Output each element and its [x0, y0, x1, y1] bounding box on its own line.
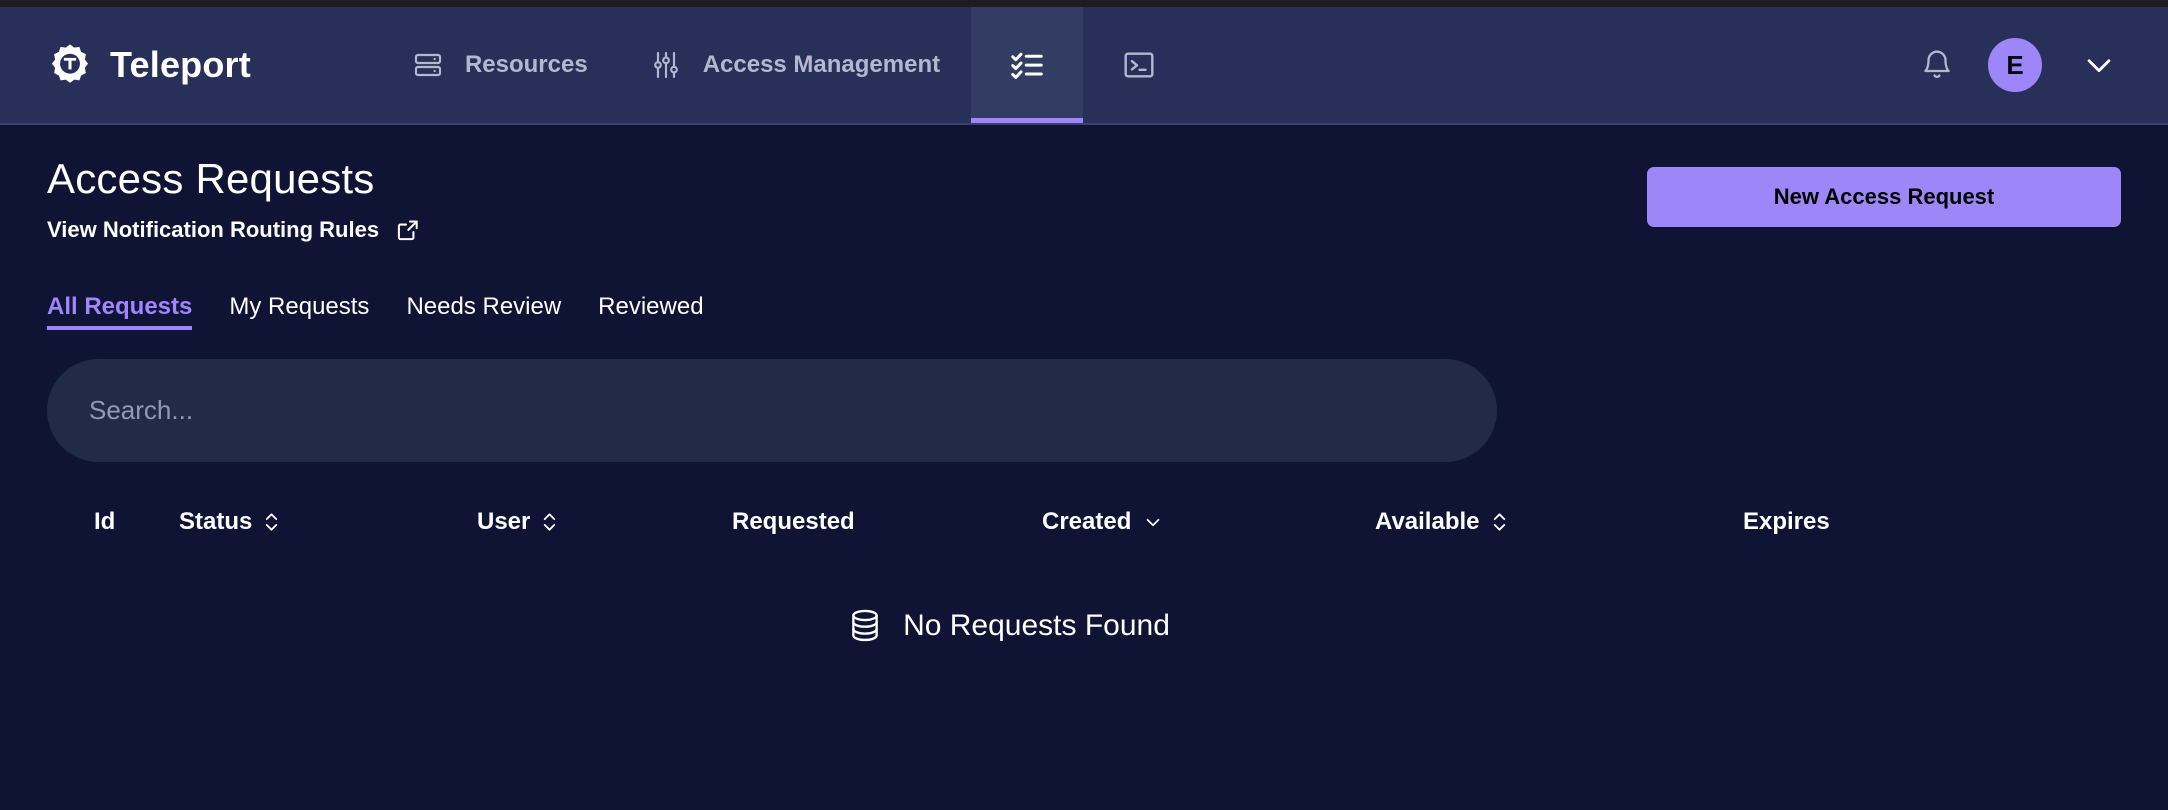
nav-item-access-management-label: Access Management: [703, 51, 940, 79]
column-header-available-label: Available: [1375, 508, 1480, 536]
empty-state: No Requests Found: [47, 608, 2121, 644]
column-header-id: Id: [47, 508, 179, 536]
new-access-request-button[interactable]: New Access Request: [1647, 167, 2121, 227]
sliders-icon: [650, 49, 682, 81]
primary-nav-items: Resources Access Management: [381, 7, 971, 123]
nav-item-access-management[interactable]: Access Management: [619, 7, 971, 123]
nav-item-resources[interactable]: Resources: [381, 7, 619, 123]
bell-icon: [1920, 48, 1954, 82]
column-header-id-label: Id: [94, 508, 115, 536]
sort-desc-chevron-down-icon: [1142, 511, 1164, 533]
tab-reviewed[interactable]: Reviewed: [598, 293, 703, 330]
terminal-icon: [1122, 48, 1156, 82]
sort-updown-icon: [263, 510, 280, 534]
search-bar: [47, 359, 2121, 462]
sort-updown-icon: [1491, 510, 1508, 534]
column-header-user-label: User: [477, 508, 530, 536]
column-header-created-label: Created: [1042, 508, 1131, 536]
column-header-expires: Expires: [1743, 508, 1943, 536]
table-header-row: Id Status User: [47, 496, 2121, 548]
brand-name: Teleport: [110, 47, 251, 83]
page-header-text: Access Requests View Notification Routin…: [47, 155, 421, 243]
checklist-icon: [1009, 47, 1045, 83]
nav-right-cluster: E: [1898, 7, 2168, 123]
page-header: Access Requests View Notification Routin…: [47, 125, 2121, 243]
notification-routing-rules-link[interactable]: View Notification Routing Rules: [47, 217, 421, 243]
column-header-expires-label: Expires: [1743, 508, 1830, 536]
column-header-status[interactable]: Status: [179, 508, 477, 536]
column-header-created[interactable]: Created: [1042, 508, 1375, 536]
empty-state-message: No Requests Found: [903, 609, 1170, 643]
column-header-requested: Requested: [732, 508, 1042, 536]
column-header-available[interactable]: Available: [1375, 508, 1743, 536]
top-navigation-bar: Teleport Resources: [0, 7, 2168, 125]
request-filter-tabs: All Requests My Requests Needs Review Re…: [47, 293, 2121, 330]
column-header-status-label: Status: [179, 508, 252, 536]
external-link-icon: [395, 217, 421, 243]
brand-home-link[interactable]: Teleport: [0, 7, 281, 123]
chevron-down-icon: [2082, 48, 2116, 82]
tab-my-requests[interactable]: My Requests: [229, 293, 369, 330]
search-input[interactable]: [47, 359, 1497, 462]
column-header-requested-label: Requested: [732, 508, 855, 536]
window-chrome-strip: [0, 0, 2168, 7]
nav-item-resources-label: Resources: [465, 51, 588, 79]
tab-needs-review[interactable]: Needs Review: [406, 293, 561, 330]
avatar[interactable]: E: [1988, 38, 2042, 92]
database-icon: [848, 608, 882, 644]
account-menu-button[interactable]: [2064, 6, 2134, 124]
teleport-gear-logo-icon: [47, 42, 93, 88]
page-content: Access Requests View Notification Routin…: [0, 125, 2168, 644]
nav-tab-terminal[interactable]: [1083, 7, 1195, 123]
notifications-button[interactable]: [1898, 6, 1976, 124]
access-requests-table: Id Status User: [47, 496, 2121, 644]
notification-routing-rules-label: View Notification Routing Rules: [47, 217, 379, 243]
server-stack-icon: [412, 49, 444, 81]
nav-tab-access-requests[interactable]: [971, 7, 1083, 123]
column-header-user[interactable]: User: [477, 508, 732, 536]
tab-all-requests[interactable]: All Requests: [47, 293, 192, 330]
sort-updown-icon: [541, 510, 558, 534]
page-title: Access Requests: [47, 155, 421, 203]
